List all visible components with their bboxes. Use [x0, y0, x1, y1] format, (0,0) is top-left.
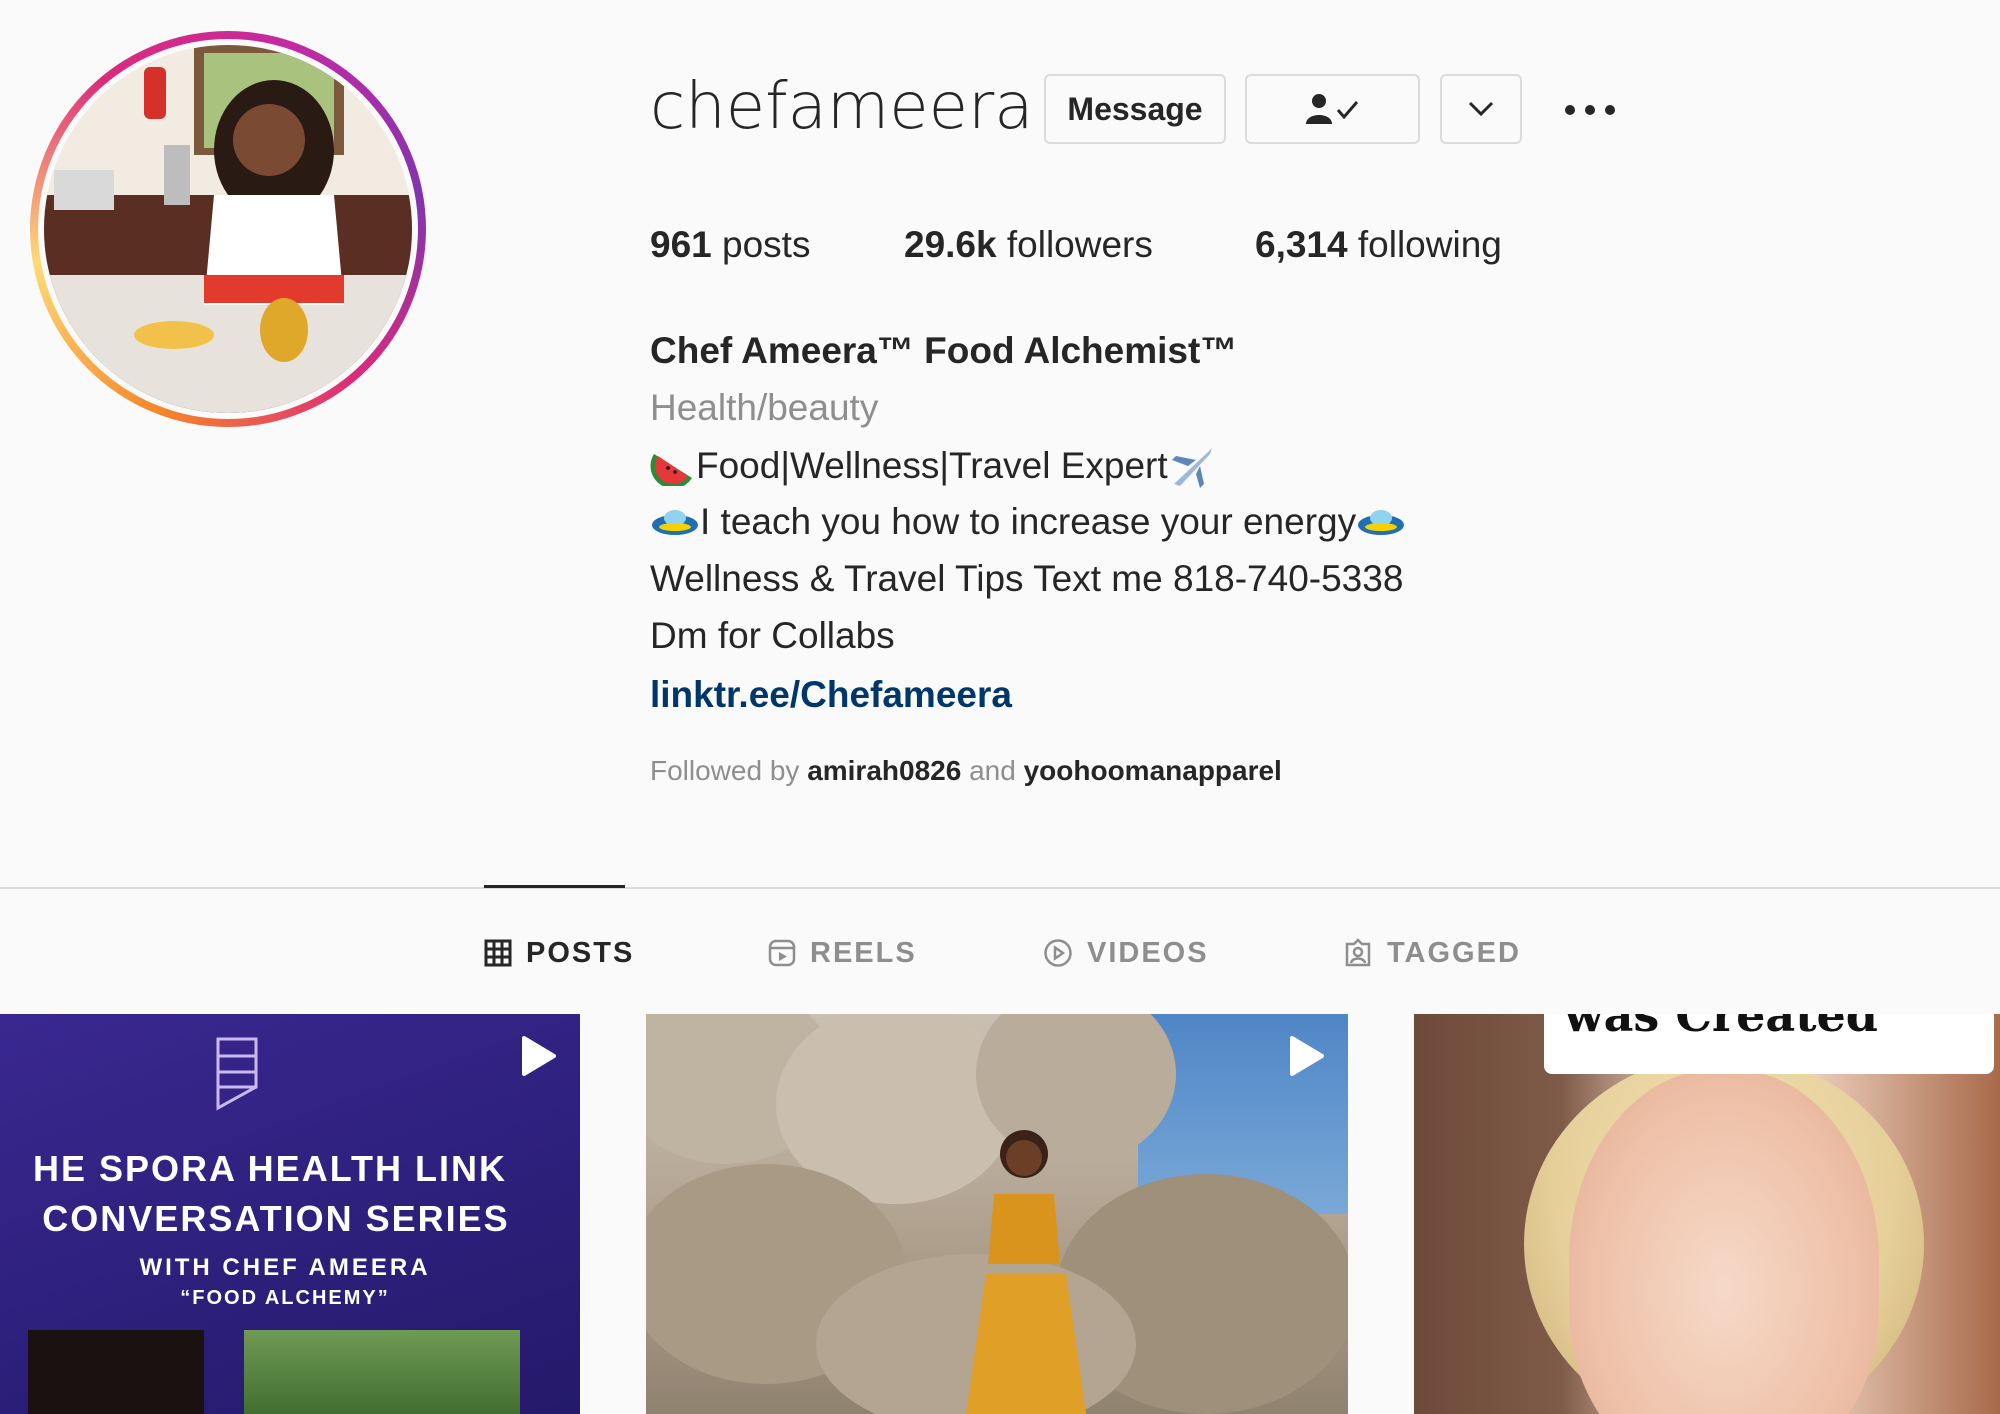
- watermelon-emoji-icon: [650, 454, 692, 486]
- post-1-title-line-1: HE SPORA HEALTH LINK: [32, 1148, 507, 1189]
- followers-stat[interactable]: 29.6k followers: [904, 224, 1153, 266]
- spora-logo-icon: [216, 1037, 258, 1111]
- reel-play-icon: [522, 1036, 556, 1076]
- reel-play-icon: [1290, 1036, 1324, 1076]
- post-1-title-line-2: CONVERSATION SERIES: [42, 1198, 510, 1239]
- profile-username: chefameera: [650, 70, 1034, 144]
- post-3-caption-box: was Created: [1544, 1014, 1994, 1074]
- followers-label: followers: [1006, 224, 1153, 265]
- video-play-icon: [1044, 939, 1072, 967]
- chevron-down-icon: [1468, 101, 1494, 117]
- profile-avatar[interactable]: [30, 31, 426, 427]
- following-count: 6,314: [1255, 224, 1348, 265]
- post-1-subtitle-line-2: “FOOD ALCHEMY”: [180, 1287, 390, 1309]
- post-1-photo-left: [28, 1330, 204, 1414]
- posts-count-stat: 961 posts: [650, 224, 810, 266]
- avatar-photo: [44, 45, 412, 413]
- bio-line-2-text: I teach you how to increase your energy: [700, 501, 1357, 542]
- post-2-person: [966, 1130, 1086, 1414]
- post-1-photo-right: [244, 1330, 520, 1414]
- tab-reels-label: REELS: [810, 936, 917, 969]
- tab-videos-label: VIDEOS: [1087, 936, 1209, 969]
- profile-category: Health/beauty: [650, 387, 879, 428]
- post-3-face: [1569, 1069, 1879, 1414]
- tab-posts-label: POSTS: [526, 936, 635, 969]
- followed-by-text: Followed by amirah0826 and yoohoomanappa…: [650, 755, 1282, 787]
- flying-saucer-emoji-icon: [652, 510, 698, 535]
- reels-icon: [768, 939, 796, 967]
- followed-by-conjunction: and: [969, 755, 1016, 786]
- followed-by-prefix: Followed by: [650, 755, 800, 786]
- posts-label: posts: [722, 224, 811, 265]
- tab-posts[interactable]: POSTS: [484, 935, 634, 971]
- person-check-icon: [1305, 94, 1358, 124]
- profile-full-name: Chef Ameera™ Food Alchemist™: [650, 330, 1238, 371]
- more-dots-icon: [1565, 105, 1615, 115]
- bio-line-4: Dm for Collabs: [650, 615, 895, 656]
- following-stat[interactable]: 6,314 following: [1255, 224, 1502, 266]
- flying-saucer-emoji-icon: [1358, 510, 1405, 535]
- bio-line-1-text: Food|Wellness|Travel Expert: [696, 445, 1168, 486]
- message-button[interactable]: Message: [1044, 74, 1226, 144]
- tab-reels[interactable]: REELS: [768, 935, 917, 971]
- active-tab-indicator: [484, 885, 625, 888]
- tab-tagged[interactable]: TAGGED: [1343, 935, 1521, 971]
- tagged-icon: [1345, 938, 1371, 967]
- airplane-emoji-icon: [1171, 448, 1212, 488]
- followed-by-user-1[interactable]: amirah0826: [807, 755, 961, 786]
- suggested-accounts-button[interactable]: [1440, 74, 1522, 144]
- post-thumbnail-1[interactable]: HE SPORA HEALTH LINK CONVERSATION SERIES…: [0, 1014, 580, 1414]
- bio-line-1: Food|Wellness|Travel Expert: [650, 444, 1216, 488]
- bio-external-link[interactable]: linktr.ee/Chefameera: [650, 674, 1012, 716]
- avatar-illustration: [44, 45, 412, 413]
- post-3-caption-text: was Created: [1564, 1014, 1878, 1042]
- post-thumbnail-3[interactable]: was Created: [1414, 1014, 2000, 1414]
- bio-line-3: Wellness & Travel Tips Text me 818-740-5…: [650, 558, 1404, 599]
- followers-count: 29.6k: [904, 224, 997, 265]
- bio-line-2: I teach you how to increase your energy: [650, 501, 1406, 543]
- more-options-button[interactable]: [1560, 80, 1620, 140]
- following-button[interactable]: [1245, 74, 1420, 144]
- section-divider: [0, 887, 2000, 889]
- tab-tagged-label: TAGGED: [1387, 936, 1521, 969]
- posts-count: 961: [650, 224, 712, 265]
- followed-by-user-2[interactable]: yoohoomanapparel: [1024, 755, 1282, 786]
- tab-videos[interactable]: VIDEOS: [1043, 935, 1209, 971]
- post-thumbnail-2[interactable]: [646, 1014, 1348, 1414]
- following-label: following: [1357, 224, 1502, 265]
- grid-icon: [484, 939, 512, 967]
- post-1-subtitle-line-1: WITH CHEF AMEERA: [139, 1254, 431, 1281]
